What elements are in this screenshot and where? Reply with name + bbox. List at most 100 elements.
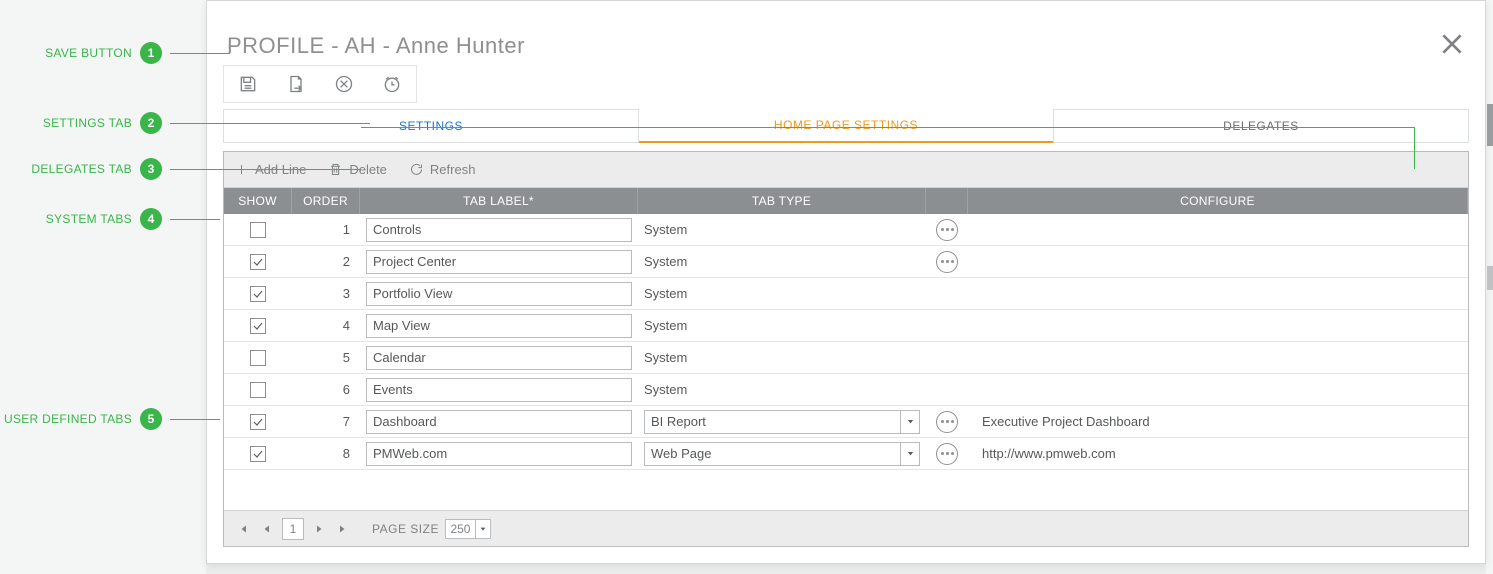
refresh-button[interactable]: Refresh — [409, 162, 476, 177]
configure-cell — [968, 278, 1468, 309]
callout-line — [170, 169, 361, 170]
clock-icon — [382, 74, 402, 94]
caret-down-icon — [906, 449, 915, 458]
page-size-label: PAGE SIZE — [372, 522, 439, 536]
configure-cell — [968, 214, 1468, 245]
table-row[interactable]: 1 System — [224, 214, 1468, 246]
tab-label-input[interactable] — [366, 378, 632, 402]
close-icon — [1439, 31, 1465, 57]
tab-label-input[interactable] — [366, 250, 632, 274]
page-size-select[interactable]: 250 — [445, 519, 491, 539]
grid-pager: 1 PAGE SIZE 250 — [224, 510, 1468, 546]
row-actions-button[interactable] — [936, 411, 958, 433]
tab-type-text: System — [644, 350, 687, 365]
order-cell: 6 — [292, 374, 360, 405]
tab-label-input[interactable] — [366, 282, 632, 306]
save-button[interactable] — [224, 66, 272, 102]
order-cell: 1 — [292, 214, 360, 245]
order-cell: 3 — [292, 278, 360, 309]
tab-type-text: System — [644, 318, 687, 333]
tab-settings[interactable]: SETTINGS — [223, 109, 639, 143]
check-icon — [252, 416, 264, 428]
profile-modal: PROFILE - AH - Anne Hunter SETTINGS HOME… — [206, 0, 1486, 564]
configure-cell — [968, 246, 1468, 277]
grid-toolbar: Add Line Delete Refresh — [224, 152, 1468, 188]
col-show[interactable]: SHOW — [224, 188, 292, 214]
configure-cell: Executive Project Dashboard — [968, 406, 1468, 437]
callout-label: USER DEFINED TABS — [0, 412, 140, 426]
refresh-icon — [409, 162, 424, 177]
show-checkbox[interactable] — [250, 254, 266, 270]
tab-label-input[interactable] — [366, 218, 632, 242]
pager-first[interactable] — [234, 518, 252, 540]
table-row[interactable]: 7BI ReportExecutive Project Dashboard — [224, 406, 1468, 438]
background-strip — [206, 564, 1486, 574]
tab-label-input[interactable] — [366, 442, 632, 466]
scrollbar-thumb[interactable] — [1487, 266, 1493, 290]
tab-type-select[interactable]: BI Report — [644, 410, 920, 434]
pager-next[interactable] — [310, 518, 328, 540]
page-size-value: 250 — [445, 519, 475, 539]
row-actions-button[interactable] — [936, 219, 958, 241]
callout-line — [1414, 127, 1415, 169]
table-row[interactable]: 8Web Pagehttp://www.pmweb.com — [224, 438, 1468, 470]
table-row[interactable]: 4System — [224, 310, 1468, 342]
table-row[interactable]: 6System — [224, 374, 1468, 406]
tab-type-select[interactable]: Web Page — [644, 442, 920, 466]
tab-type-text: System — [644, 222, 687, 237]
show-checkbox[interactable] — [250, 446, 266, 462]
show-checkbox[interactable] — [250, 350, 266, 366]
pager-prev[interactable] — [258, 518, 276, 540]
check-icon — [252, 320, 264, 332]
row-actions-button[interactable] — [936, 443, 958, 465]
callout-user-defined-tabs: USER DEFINED TABS 5 — [0, 408, 162, 430]
col-tab-label[interactable]: TAB LABEL* — [360, 188, 638, 214]
tab-type-value: BI Report — [644, 410, 900, 434]
tab-delegates[interactable]: DELEGATES — [1053, 109, 1469, 143]
callout-line — [170, 53, 230, 54]
show-checkbox[interactable] — [250, 382, 266, 398]
table-row[interactable]: 5System — [224, 342, 1468, 374]
grid-body: 1System2System3System4System5System6Syst… — [224, 214, 1468, 510]
col-tab-type[interactable]: TAB TYPE — [638, 188, 926, 214]
pager-page-number[interactable]: 1 — [282, 518, 304, 540]
tab-type-dropdown-button[interactable] — [900, 410, 920, 434]
check-icon — [252, 448, 264, 460]
save-next-button[interactable] — [272, 66, 320, 102]
show-checkbox[interactable] — [250, 414, 266, 430]
tab-type-dropdown-button[interactable] — [900, 442, 920, 466]
clock-button[interactable] — [368, 66, 416, 102]
col-order[interactable]: ORDER — [292, 188, 360, 214]
callout-badge: 3 — [140, 158, 162, 180]
page-size-dropdown-button[interactable] — [475, 519, 491, 539]
caret-down-icon — [906, 417, 915, 426]
callout-system-tabs: SYSTEM TABS 4 — [0, 208, 162, 230]
check-icon — [252, 256, 264, 268]
callout-badge: 5 — [140, 408, 162, 430]
table-row[interactable]: 3System — [224, 278, 1468, 310]
scrollbar-thumb[interactable] — [1487, 104, 1493, 146]
cancel-button[interactable] — [320, 66, 368, 102]
callout-save-button: SAVE BUTTON 1 — [0, 42, 162, 64]
tab-home-page-settings[interactable]: HOME PAGE SETTINGS — [639, 109, 1053, 143]
order-cell: 2 — [292, 246, 360, 277]
show-checkbox[interactable] — [250, 222, 266, 238]
table-row[interactable]: 2 System — [224, 246, 1468, 278]
show-checkbox[interactable] — [250, 286, 266, 302]
close-button[interactable] — [1437, 29, 1467, 59]
pager-last[interactable] — [334, 518, 352, 540]
home-page-tabs-grid: Add Line Delete Refresh SHOW ORDER TAB L… — [223, 151, 1469, 547]
row-actions-button[interactable] — [936, 251, 958, 273]
col-configure[interactable]: CONFIGURE — [968, 188, 1468, 214]
tab-label-input[interactable] — [366, 346, 632, 370]
callout-line — [361, 127, 1415, 128]
configure-cell — [968, 342, 1468, 373]
tab-label-input[interactable] — [366, 410, 632, 434]
tab-type-text: System — [644, 254, 687, 269]
tab-label-input[interactable] — [366, 314, 632, 338]
show-checkbox[interactable] — [250, 318, 266, 334]
configure-cell — [968, 374, 1468, 405]
callout-line — [170, 419, 220, 420]
callout-label: SETTINGS TAB — [0, 116, 140, 130]
caret-down-icon — [479, 525, 487, 533]
